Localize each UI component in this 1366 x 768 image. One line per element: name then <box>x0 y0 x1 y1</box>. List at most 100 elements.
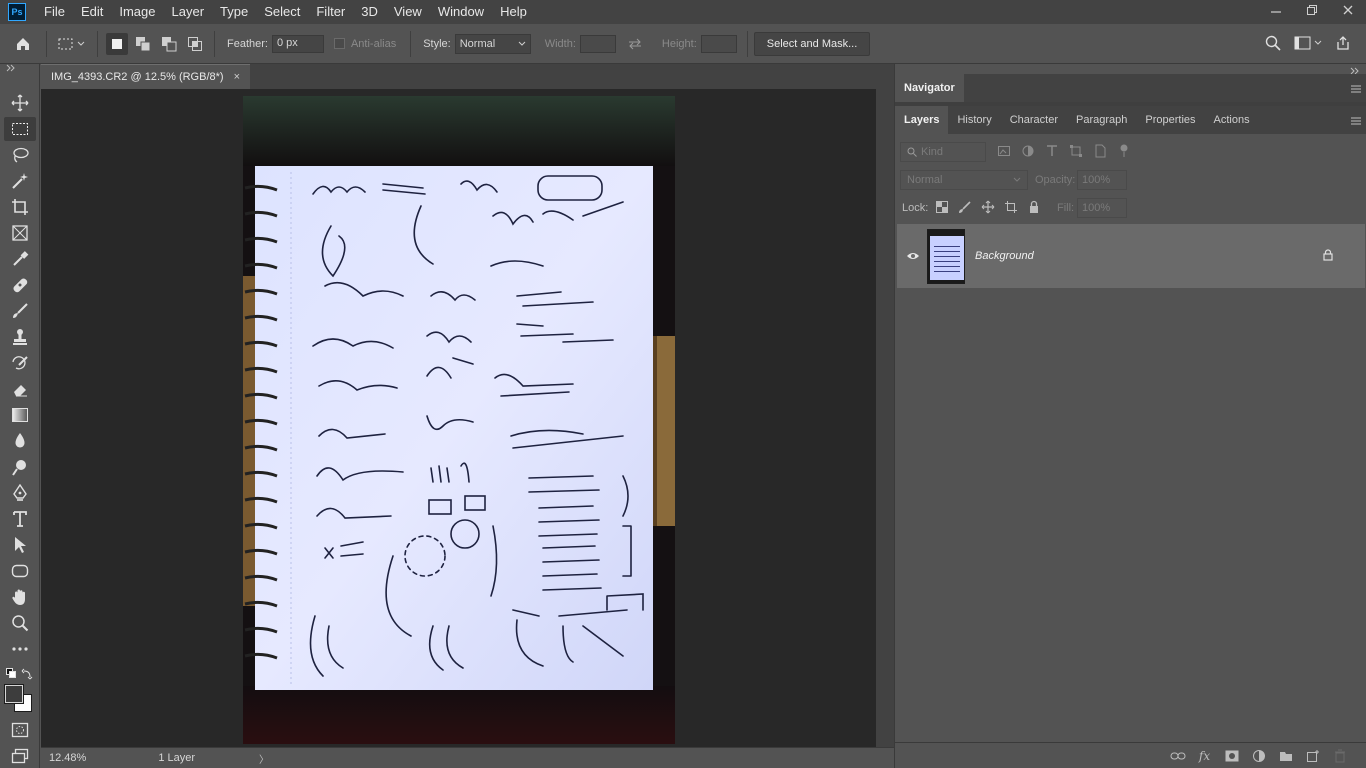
tab-character[interactable]: Character <box>1001 106 1067 134</box>
pixel-filter-icon[interactable] <box>997 144 1011 158</box>
hand-tool-icon[interactable] <box>4 585 36 609</box>
eyedropper-tool-icon[interactable] <box>4 247 36 271</box>
lasso-tool-icon[interactable] <box>4 143 36 167</box>
search-icon[interactable] <box>1262 32 1284 54</box>
navigator-menu-icon[interactable] <box>1351 82 1361 93</box>
eraser-tool-icon[interactable] <box>4 377 36 401</box>
dodge-tool-icon[interactable] <box>4 455 36 479</box>
layers-menu-icon[interactable] <box>1351 114 1361 125</box>
lock-all-icon[interactable] <box>1027 200 1041 214</box>
tab-properties[interactable]: Properties <box>1136 106 1204 134</box>
lock-transparent-icon[interactable] <box>935 200 949 214</box>
shape-filter-icon[interactable] <box>1069 144 1083 158</box>
rectangle-tool-icon[interactable] <box>4 559 36 583</box>
frame-tool-icon[interactable] <box>4 221 36 245</box>
new-layer-icon[interactable] <box>1299 747 1326 765</box>
height-input[interactable] <box>700 34 737 53</box>
menu-edit[interactable]: Edit <box>73 0 111 24</box>
share-icon[interactable] <box>1332 32 1354 54</box>
close-icon[interactable] <box>1330 0 1366 20</box>
tab-paragraph[interactable]: Paragraph <box>1067 106 1136 134</box>
smart-object-filter-icon[interactable] <box>1093 144 1107 158</box>
fill-input[interactable]: 100% <box>1077 198 1127 218</box>
color-swatches[interactable] <box>4 684 36 714</box>
document-canvas-image[interactable] <box>243 96 675 744</box>
opacity-input[interactable]: 100% <box>1077 170 1127 190</box>
subtract-from-selection-icon[interactable] <box>158 33 180 55</box>
rectangular-marquee-tool-icon[interactable] <box>4 117 36 141</box>
tab-actions[interactable]: Actions <box>1205 106 1259 134</box>
move-tool-icon[interactable] <box>4 91 36 115</box>
layer-name[interactable]: Background <box>975 250 1034 262</box>
blur-tool-icon[interactable] <box>4 429 36 453</box>
quick-mask-icon[interactable] <box>4 718 36 742</box>
menu-file[interactable]: File <box>36 0 73 24</box>
blend-mode-select[interactable]: Normal <box>900 170 1028 190</box>
menu-type[interactable]: Type <box>212 0 256 24</box>
new-adjustment-layer-icon[interactable] <box>1245 747 1272 765</box>
layer-row-background[interactable]: Background <box>897 224 1365 288</box>
menu-layer[interactable]: Layer <box>164 0 213 24</box>
type-tool-icon[interactable] <box>4 507 36 531</box>
gradient-tool-icon[interactable] <box>4 403 36 427</box>
workspace-icon[interactable] <box>1292 32 1326 54</box>
delete-layer-icon[interactable] <box>1326 747 1353 765</box>
new-group-icon[interactable] <box>1272 747 1299 765</box>
tab-history[interactable]: History <box>948 106 1000 134</box>
new-selection-icon[interactable] <box>106 32 128 55</box>
lock-artboard-icon[interactable] <box>1004 200 1018 214</box>
eye-icon[interactable] <box>906 251 920 261</box>
canvas-area[interactable] <box>41 89 876 747</box>
menu-window[interactable]: Window <box>430 0 492 24</box>
feather-input[interactable]: 0 px <box>271 34 324 53</box>
tab-navigator[interactable]: Navigator <box>895 74 964 102</box>
pen-tool-icon[interactable] <box>4 481 36 505</box>
magic-wand-tool-icon[interactable] <box>4 169 36 193</box>
menu-filter[interactable]: Filter <box>308 0 353 24</box>
foreground-color-swatch[interactable] <box>4 684 24 704</box>
restore-icon[interactable] <box>1294 0 1330 20</box>
vertical-scrollbar[interactable] <box>876 89 894 747</box>
document-close-icon[interactable]: × <box>234 71 240 83</box>
lock-position-icon[interactable] <box>981 200 995 214</box>
menu-3d[interactable]: 3D <box>353 0 386 24</box>
type-filter-icon[interactable] <box>1045 144 1059 158</box>
swap-dimensions-icon[interactable] <box>624 33 646 55</box>
add-mask-icon[interactable] <box>1218 747 1245 765</box>
add-to-selection-icon[interactable] <box>132 33 154 55</box>
intersect-selection-icon[interactable] <box>184 33 206 55</box>
antialias-checkbox[interactable] <box>333 38 345 49</box>
tab-layers[interactable]: Layers <box>895 106 949 134</box>
link-layers-icon[interactable] <box>1164 747 1191 765</box>
menu-help[interactable]: Help <box>492 0 535 24</box>
menu-select[interactable]: Select <box>256 0 308 24</box>
history-brush-tool-icon[interactable] <box>4 351 36 375</box>
filter-toggle-icon[interactable] <box>1117 144 1131 158</box>
select-and-mask-button[interactable]: Select and Mask... <box>753 31 871 56</box>
healing-brush-tool-icon[interactable] <box>4 273 36 297</box>
adjustment-filter-icon[interactable] <box>1021 144 1035 158</box>
clone-stamp-tool-icon[interactable] <box>4 325 36 349</box>
home-icon[interactable] <box>12 33 34 55</box>
default-colors-icon[interactable] <box>6 667 34 681</box>
zoom-tool-icon[interactable] <box>4 611 36 635</box>
crop-tool-icon[interactable] <box>4 195 36 219</box>
lock-icon <box>1323 249 1333 261</box>
collapse-toolbar-icon[interactable] <box>6 64 16 74</box>
width-input[interactable] <box>579 34 616 53</box>
layer-filter-kind-select[interactable]: Kind <box>900 142 986 162</box>
menu-image[interactable]: Image <box>111 0 163 24</box>
more-tools-icon[interactable] <box>4 637 36 661</box>
zoom-level[interactable]: 12.48% <box>49 752 86 764</box>
path-selection-tool-icon[interactable] <box>4 533 36 557</box>
brush-tool-icon[interactable] <box>4 299 36 323</box>
status-menu-arrow[interactable]: 〉 <box>259 751 269 766</box>
layer-style-fx-icon[interactable]: fx <box>1191 747 1218 765</box>
style-select[interactable]: Normal <box>454 33 531 54</box>
menu-view[interactable]: View <box>386 0 430 24</box>
screen-mode-icon[interactable] <box>4 744 36 768</box>
marquee-preset-icon[interactable] <box>55 33 89 55</box>
document-tab[interactable]: IMG_4393.CR2 @ 12.5% (RGB/8*) × <box>41 64 250 89</box>
lock-image-pixels-icon[interactable] <box>958 200 972 214</box>
minimize-icon[interactable] <box>1258 0 1294 20</box>
